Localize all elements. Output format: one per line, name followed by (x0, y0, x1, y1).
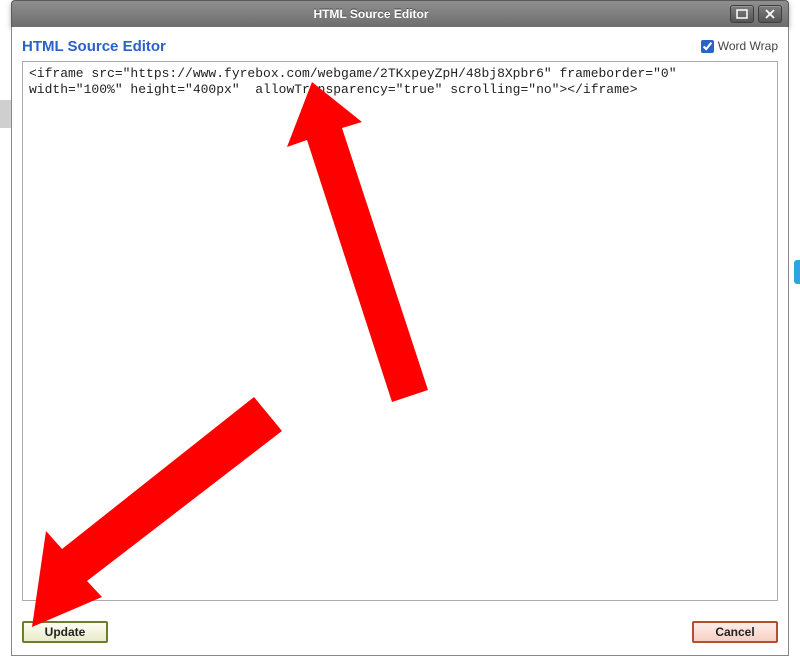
modal-body: HTML Source Editor Word Wrap Update Canc… (11, 27, 789, 656)
word-wrap-checkbox[interactable] (701, 40, 714, 53)
word-wrap-toggle[interactable]: Word Wrap (697, 37, 778, 56)
maximize-button[interactable] (730, 5, 754, 23)
close-button[interactable] (758, 5, 782, 23)
cancel-button[interactable]: Cancel (692, 621, 778, 643)
word-wrap-label: Word Wrap (718, 39, 778, 53)
close-icon (764, 9, 776, 19)
modal-header-title: HTML Source Editor (22, 38, 166, 55)
maximize-icon (736, 9, 748, 19)
modal-titlebar[interactable]: HTML Source Editor (11, 0, 789, 27)
modal-button-row: Update Cancel (22, 621, 778, 643)
html-source-textarea[interactable] (22, 61, 778, 601)
update-button[interactable]: Update (22, 621, 108, 643)
bg-right-accent (794, 260, 800, 284)
html-source-editor-modal: HTML Source Editor HTML Source Editor Wo… (11, 0, 789, 658)
modal-header-row: HTML Source Editor Word Wrap (22, 35, 778, 57)
modal-window-title: HTML Source Editor (12, 7, 730, 21)
